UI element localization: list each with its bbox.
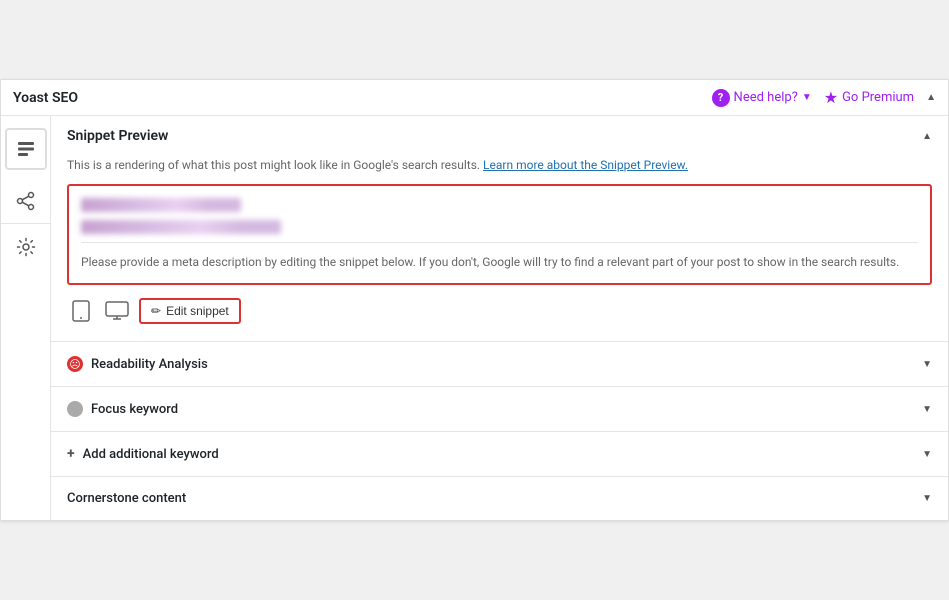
- cornerstone-label: Cornerstone content: [67, 491, 186, 506]
- readability-status-icon: ☹: [67, 356, 83, 372]
- panel-body: Snippet Preview ▲ This is a rendering of…: [1, 116, 948, 520]
- snippet-preview-section: Snippet Preview ▲ This is a rendering of…: [51, 116, 948, 342]
- panel-header: Yoast SEO ? Need help? ▼ ★ Go Premium ▲: [1, 80, 948, 116]
- readability-left: ☹ Readability Analysis: [67, 356, 208, 372]
- help-icon: ?: [712, 89, 730, 107]
- go-premium-link[interactable]: ★ Go Premium: [824, 88, 914, 107]
- go-premium-label: Go Premium: [842, 90, 914, 105]
- focus-keyword-left: Focus keyword: [67, 401, 178, 417]
- desktop-icon[interactable]: [103, 297, 131, 325]
- need-help-link[interactable]: ? Need help? ▼: [712, 89, 812, 107]
- blurred-url-line: [81, 220, 281, 234]
- seo-sidebar-icon[interactable]: [5, 128, 47, 170]
- cornerstone-left: Cornerstone content: [67, 491, 186, 506]
- plus-icon: +: [67, 446, 75, 462]
- chevron-down-icon: ▼: [802, 92, 812, 103]
- star-icon: ★: [824, 88, 838, 107]
- edit-snippet-label: Edit snippet: [166, 304, 229, 318]
- snippet-preview-box: Please provide a meta description by edi…: [67, 184, 932, 285]
- share-sidebar-icon[interactable]: [1, 178, 51, 224]
- focus-keyword-arrow: ▼: [922, 404, 932, 415]
- cornerstone-section[interactable]: Cornerstone content ▼: [51, 477, 948, 520]
- mobile-icon[interactable]: [67, 297, 95, 325]
- snippet-preview-collapse-arrow[interactable]: ▲: [922, 131, 932, 142]
- add-keyword-left: + Add additional keyword: [67, 446, 219, 462]
- add-keyword-section[interactable]: + Add additional keyword ▼: [51, 432, 948, 477]
- snippet-preview-content: This is a rendering of what this post mi…: [51, 156, 948, 341]
- main-content: Snippet Preview ▲ This is a rendering of…: [51, 116, 948, 520]
- focus-keyword-label: Focus keyword: [91, 402, 178, 417]
- edit-snippet-button[interactable]: ✏ Edit snippet: [139, 298, 241, 324]
- snippet-preview-title: Snippet Preview: [67, 128, 168, 144]
- panel-collapse-arrow[interactable]: ▲: [926, 92, 936, 103]
- readability-section[interactable]: ☹ Readability Analysis ▼: [51, 342, 948, 387]
- learn-more-link[interactable]: Learn more about the Snippet Preview.: [483, 158, 688, 172]
- cornerstone-arrow: ▼: [922, 493, 932, 504]
- focus-keyword-status-icon: [67, 401, 83, 417]
- header-right: ? Need help? ▼ ★ Go Premium ▲: [712, 88, 936, 107]
- focus-keyword-section[interactable]: Focus keyword ▼: [51, 387, 948, 432]
- add-keyword-label: Add additional keyword: [83, 447, 219, 462]
- need-help-label: Need help?: [734, 90, 798, 105]
- pencil-icon: ✏: [151, 304, 161, 318]
- add-keyword-arrow: ▼: [922, 449, 932, 460]
- meta-description-note: Please provide a meta description by edi…: [81, 242, 918, 271]
- settings-sidebar-icon[interactable]: [1, 224, 51, 270]
- snippet-preview-header: Snippet Preview ▲: [51, 116, 948, 156]
- snippet-description: This is a rendering of what this post mi…: [67, 156, 932, 174]
- panel-title: Yoast SEO: [13, 90, 78, 106]
- sidebar: [1, 116, 51, 520]
- yoast-seo-panel: Yoast SEO ? Need help? ▼ ★ Go Premium ▲: [0, 79, 949, 521]
- readability-label: Readability Analysis: [91, 357, 208, 372]
- blurred-title-line: [81, 198, 241, 212]
- snippet-actions: ✏ Edit snippet: [67, 297, 932, 325]
- readability-arrow: ▼: [922, 359, 932, 370]
